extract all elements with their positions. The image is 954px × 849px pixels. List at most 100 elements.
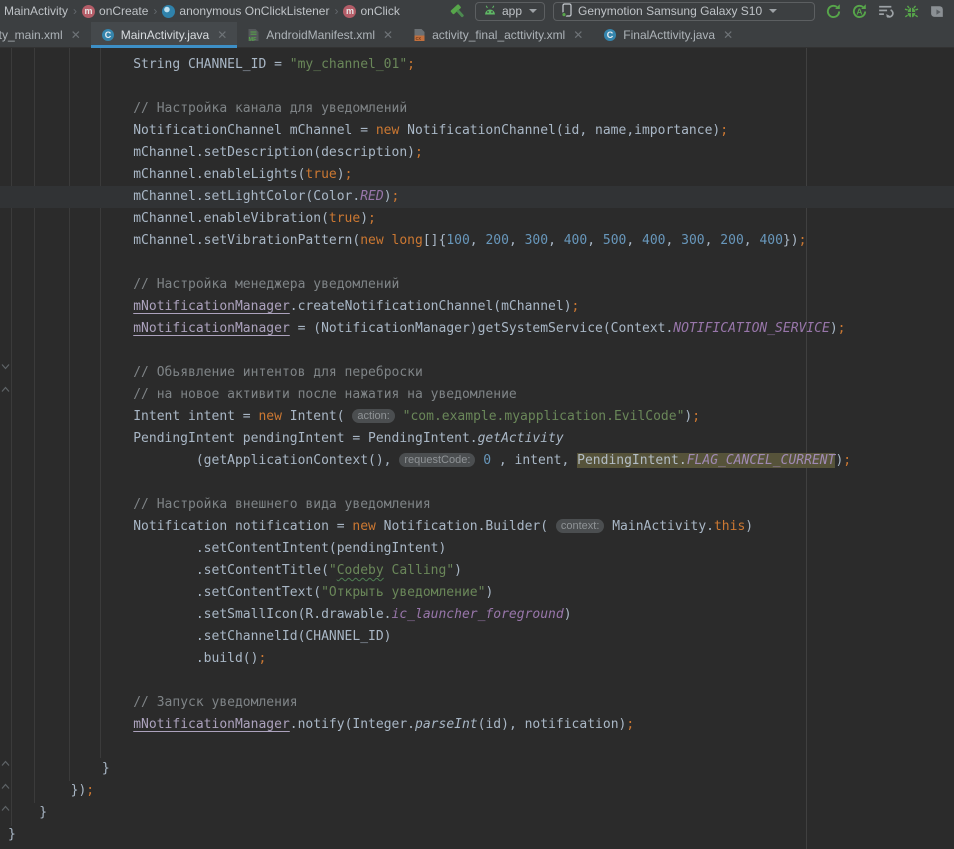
code-line[interactable]: .setContentText("Открыть уведомление"): [0, 582, 954, 604]
breadcrumb-item[interactable]: monCreate: [80, 4, 150, 18]
code-line[interactable]: // Запуск уведомления: [0, 692, 954, 714]
code-line[interactable]: [0, 472, 954, 494]
code-line[interactable]: [0, 340, 954, 362]
manifest-icon: MF: [247, 28, 260, 42]
code-token: [8, 101, 133, 116]
code-line[interactable]: .setSmallIcon(R.drawable.ic_launcher_for…: [0, 604, 954, 626]
code-line[interactable]: [0, 76, 954, 98]
code-token: 400: [564, 233, 587, 248]
device-select[interactable]: Genymotion Samsung Galaxy S10: [553, 2, 815, 21]
code-line[interactable]: // Обьявление интентов для переброски: [0, 362, 954, 384]
code-line[interactable]: mChannel.setVibrationPattern(new long[]{…: [0, 230, 954, 252]
code-token: mNotificationManager: [133, 321, 290, 336]
java-class-icon: C: [603, 28, 617, 42]
breadcrumb-item[interactable]: MainActivity: [2, 4, 70, 18]
code-line[interactable]: }: [0, 802, 954, 824]
code-line[interactable]: [0, 736, 954, 758]
tab-ity-main-xml[interactable]: cxity_main.xml✕: [0, 22, 91, 47]
apply-code-changes-button[interactable]: [877, 3, 894, 20]
run-configuration-select[interactable]: app: [475, 2, 545, 21]
code-token: mChannel.enableVibration(: [8, 211, 329, 226]
code-line[interactable]: (getApplicationContext(), requestCode: 0…: [0, 450, 954, 472]
code-line[interactable]: .setChannelId(CHANNEL_ID): [0, 626, 954, 648]
code-token: 200: [485, 233, 508, 248]
code-token: ,: [587, 233, 603, 248]
code-token: ;: [626, 717, 634, 732]
code-line[interactable]: mNotificationManager.notify(Integer.pars…: [0, 714, 954, 736]
close-icon[interactable]: ✕: [723, 28, 733, 42]
breadcrumb: MainActivity›monCreate›anonymous OnClick…: [0, 0, 402, 22]
code-token: "com.example.myapplication.EvilCode": [403, 409, 685, 424]
tab-finalacttivity-java[interactable]: CFinalActtivity.java✕: [593, 22, 743, 47]
code-line[interactable]: // Настройка канала для уведомлений: [0, 98, 954, 120]
device-label: Genymotion Samsung Galaxy S10: [578, 4, 762, 18]
close-icon[interactable]: ✕: [217, 28, 227, 42]
tab-mainactivity-java[interactable]: CMainActivity.java✕: [91, 22, 238, 47]
code-line[interactable]: // на новое активити после нажатия на ув…: [0, 384, 954, 406]
code-line[interactable]: PendingIntent pendingIntent = PendingInt…: [0, 428, 954, 450]
code-line[interactable]: mNotificationManager.createNotificationC…: [0, 296, 954, 318]
breadcrumb-item[interactable]: anonymous OnClickListener: [160, 4, 331, 18]
profile-app-button[interactable]: [929, 3, 946, 20]
code-token: }): [783, 233, 799, 248]
code-token: ,: [705, 233, 721, 248]
run-configuration-label: app: [502, 4, 522, 18]
code-line[interactable]: mChannel.enableLights(true);: [0, 164, 954, 186]
tab-activity-final-acttivity-xml[interactable]: cxactivity_final_acttivity.xml✕: [403, 22, 593, 47]
code-token: ): [454, 563, 462, 578]
code-editor[interactable]: String CHANNEL_ID = "my_channel_01"; // …: [0, 48, 954, 849]
code-line[interactable]: Notification notification = new Notifica…: [0, 516, 954, 538]
code-line[interactable]: [0, 670, 954, 692]
code-token: ;: [258, 651, 266, 666]
code-token: 500: [603, 233, 626, 248]
code-token: .setContentTitle(: [8, 563, 329, 578]
code-token: ;: [86, 783, 94, 798]
code-token: // на новое активити после нажатия на ув…: [133, 387, 517, 402]
build-hammer-icon[interactable]: [450, 3, 467, 20]
run-controls: app Genymotion Samsung Galaxy S10 A: [450, 0, 946, 22]
close-icon[interactable]: ✕: [71, 28, 81, 42]
code-token: ;: [415, 145, 423, 160]
code-line[interactable]: String CHANNEL_ID = "my_channel_01";: [0, 54, 954, 76]
code-line[interactable]: mChannel.enableVibration(true);: [0, 208, 954, 230]
code-line[interactable]: }: [0, 758, 954, 780]
code-token: [8, 321, 133, 336]
close-icon[interactable]: ✕: [573, 28, 583, 42]
code-token: (id), notification): [478, 717, 627, 732]
code-line[interactable]: mNotificationManager = (NotificationMana…: [0, 318, 954, 340]
code-line[interactable]: .setContentTitle("Codeby Calling"): [0, 560, 954, 582]
editor-tab-bar: cxity_main.xml✕CMainActivity.java✕MFAndr…: [0, 22, 954, 48]
code-token: ): [337, 167, 345, 182]
code-token: long: [392, 233, 423, 248]
apply-changes-restart-activity-button[interactable]: A: [851, 3, 868, 20]
code-token: }: [8, 761, 110, 776]
tab-androidmanifest-xml[interactable]: MFAndroidManifest.xml✕: [237, 22, 403, 47]
code-token: ;: [407, 57, 415, 72]
rerun-app-button[interactable]: [825, 3, 842, 20]
code-token: [8, 387, 133, 402]
code-line[interactable]: NotificationChannel mChannel = new Notif…: [0, 120, 954, 142]
code-line[interactable]: .build();: [0, 648, 954, 670]
svg-text:C: C: [607, 30, 614, 40]
code-token: (getApplicationContext(),: [8, 453, 399, 468]
code-line[interactable]: Intent intent = new Intent( action: "com…: [0, 406, 954, 428]
code-line[interactable]: mChannel.setDescription(description);: [0, 142, 954, 164]
svg-text:MF: MF: [249, 37, 258, 42]
code-line[interactable]: // Настройка внешнего вида уведомления: [0, 494, 954, 516]
code-line[interactable]: });: [0, 780, 954, 802]
phone-icon: [561, 3, 573, 20]
code-line[interactable]: [0, 252, 954, 274]
code-token: [8, 695, 133, 710]
close-icon[interactable]: ✕: [383, 28, 393, 42]
code-token: ;: [368, 211, 376, 226]
code-line[interactable]: mChannel.setLightColor(Color.RED);: [0, 186, 954, 208]
code-line[interactable]: .setContentIntent(pendingIntent): [0, 538, 954, 560]
code-line[interactable]: // Настройка менеджера уведомлений: [0, 274, 954, 296]
code-token: RED: [360, 189, 383, 204]
debug-app-button[interactable]: [903, 3, 920, 20]
code-line[interactable]: }: [0, 824, 954, 846]
code-token: .setSmallIcon(R.drawable.: [8, 607, 392, 622]
code-token: ): [745, 519, 753, 534]
tab-label: ity_main.xml: [0, 28, 63, 42]
breadcrumb-item[interactable]: monClick: [341, 4, 401, 18]
